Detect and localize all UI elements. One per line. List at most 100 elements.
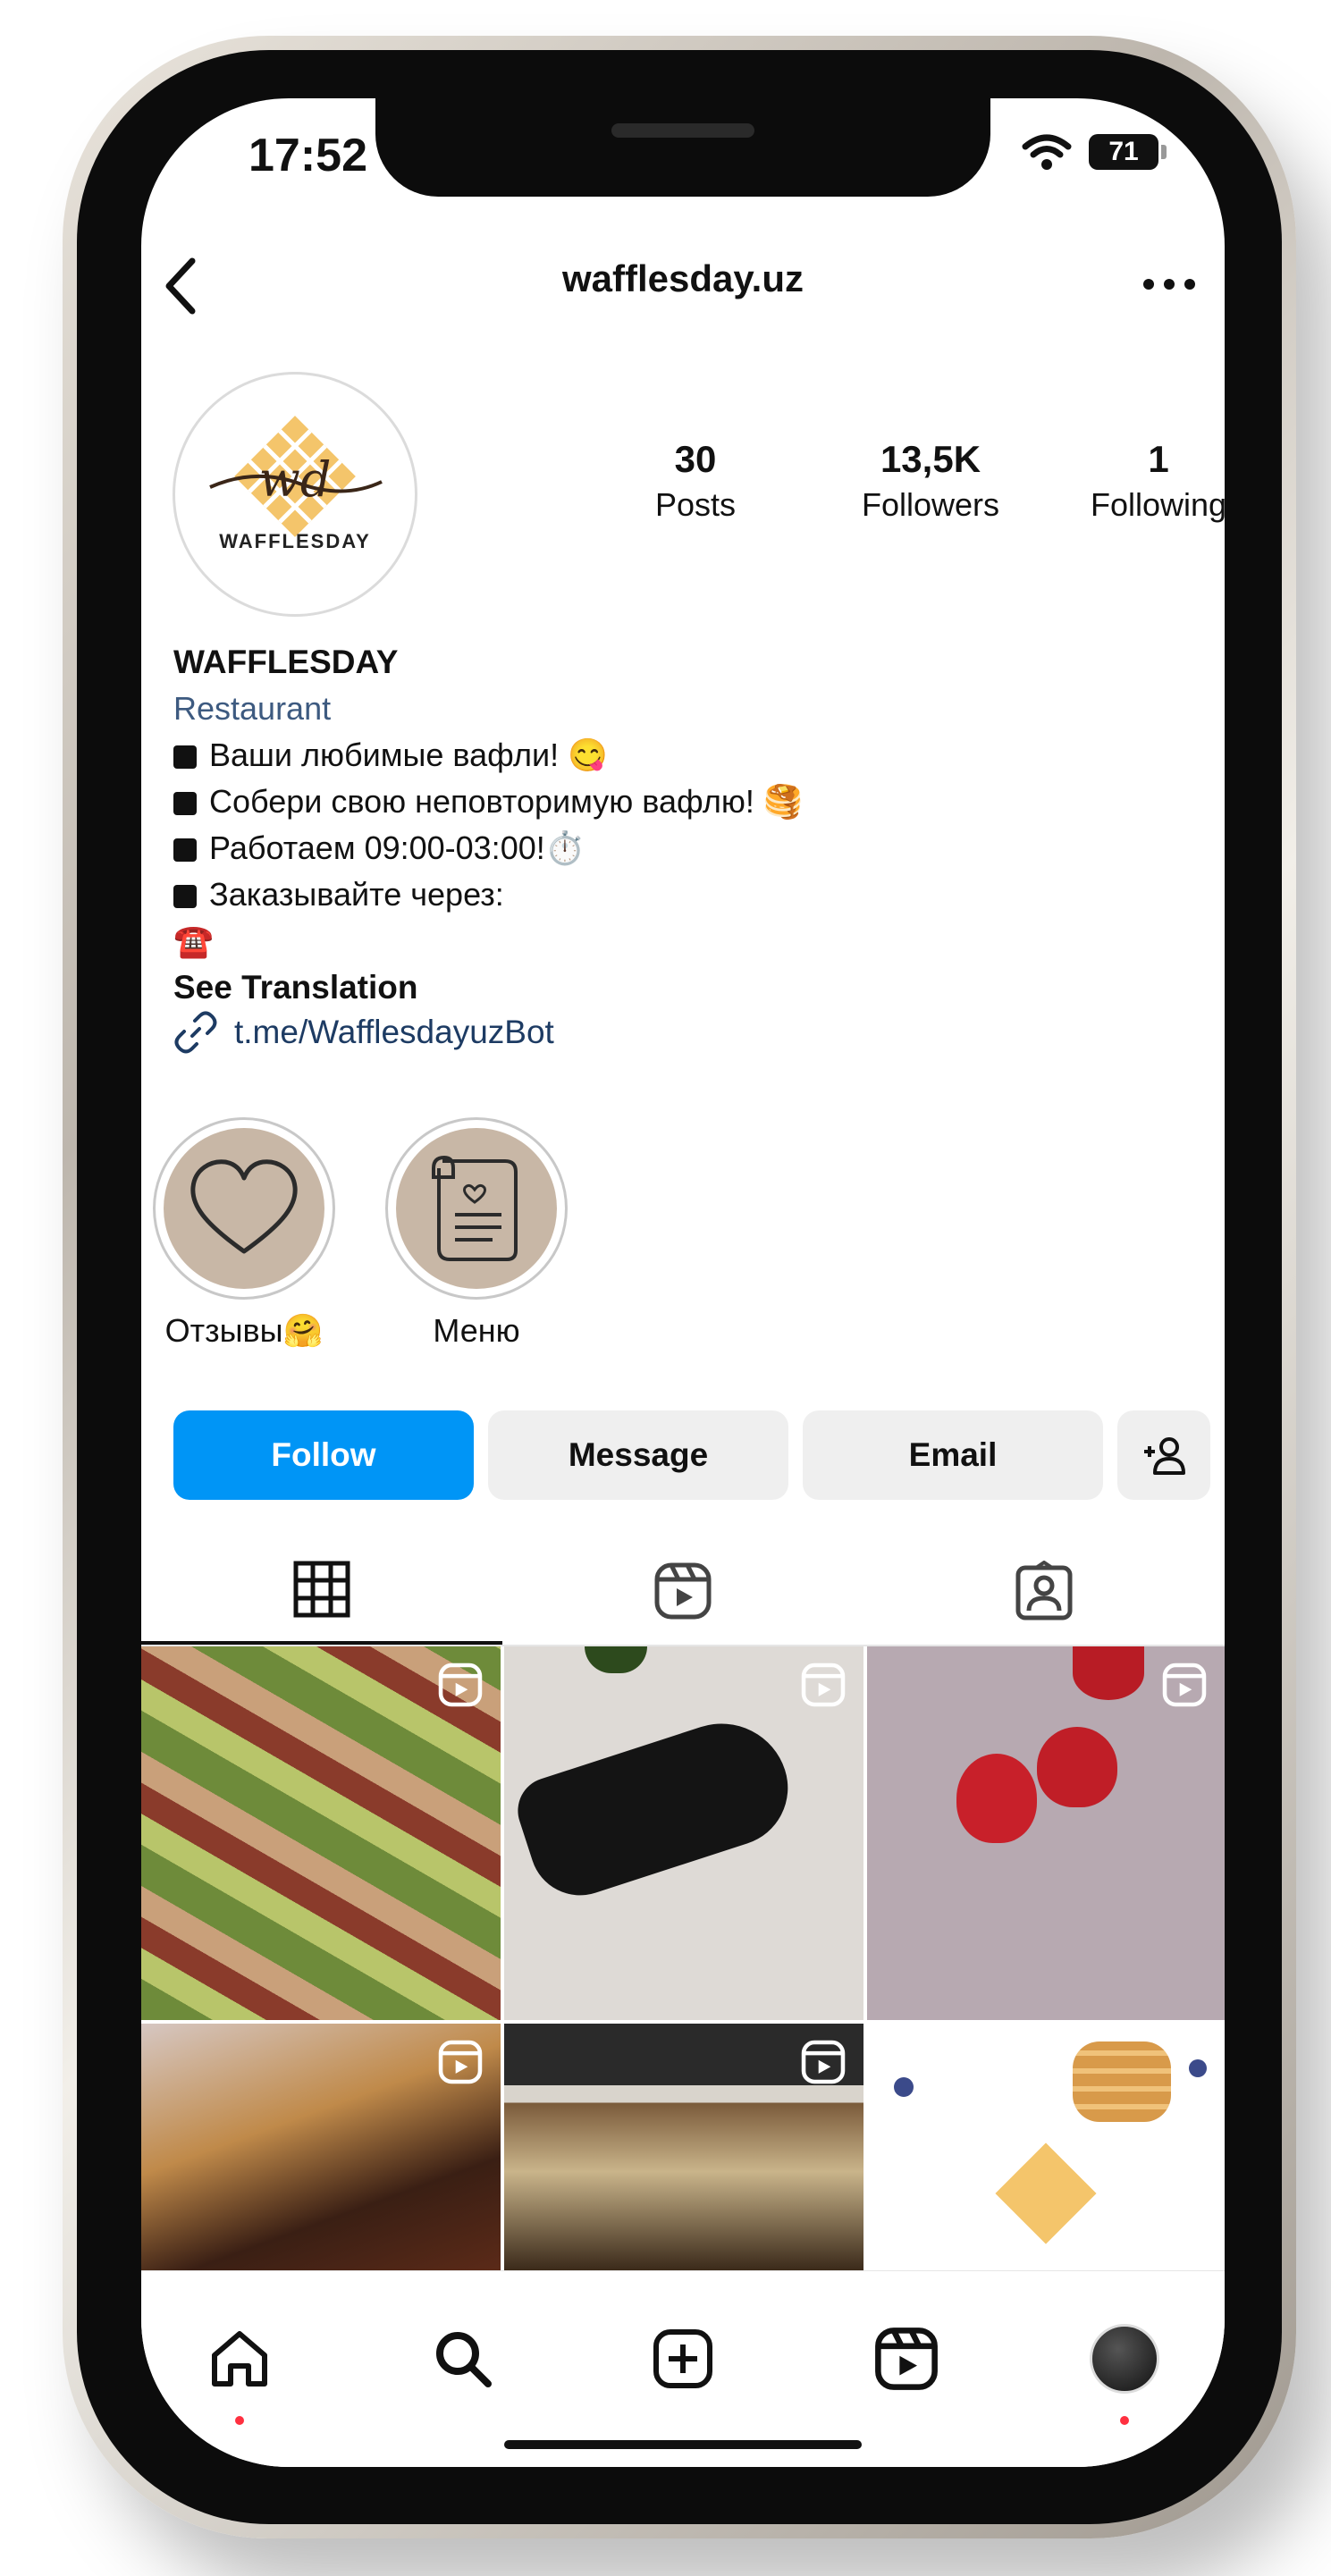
highlight-ring (153, 1117, 335, 1300)
speaker (611, 123, 754, 138)
tab-tagged[interactable] (863, 1537, 1225, 1645)
bio-phone-emoji: ☎️ (173, 922, 214, 959)
posts-stat: 30 Posts (588, 438, 803, 524)
square-bullet-icon (173, 745, 197, 769)
following-stat[interactable]: 1 Following (1051, 438, 1225, 524)
tab-posts-grid[interactable] (141, 1537, 502, 1645)
strawberry-shape (1073, 1646, 1144, 1700)
logo-monogram: wd (259, 451, 332, 508)
highlight-cover (396, 1128, 557, 1289)
battery-indicator: 71 (1089, 134, 1158, 170)
search-icon (436, 2332, 492, 2387)
reels-icon (801, 2040, 846, 2084)
square-bullet-icon (173, 792, 197, 815)
profile-avatar (1090, 2324, 1159, 2394)
nav-create[interactable] (629, 2305, 737, 2412)
profile-avatar[interactable]: wd WAFFLESDAY (173, 372, 417, 617)
bio-line-text: Работаем 09:00-03:00!⏱️ (209, 829, 585, 866)
post-thumbnail[interactable] (504, 1646, 863, 2020)
page-title: wafflesday.uz (562, 257, 804, 299)
notification-dot (235, 2416, 244, 2425)
home-icon (212, 2331, 267, 2387)
notch (375, 98, 990, 197)
add-user-button[interactable] (1117, 1410, 1210, 1500)
following-label: Following (1090, 486, 1225, 523)
battery-level: 71 (1108, 137, 1139, 166)
blueberry-shape (1189, 2059, 1207, 2077)
profile-name: WAFFLESDAY (173, 644, 399, 680)
highlight-reviews[interactable]: Отзывы🤗 (150, 1117, 338, 1350)
heart-icon (190, 1159, 298, 1254)
reels-icon (438, 2040, 483, 2084)
posts-count: 30 (674, 438, 717, 480)
waffle-logo-shape (995, 2142, 1097, 2244)
wafflesday-logo: wd WAFFLESDAY (209, 416, 383, 552)
reels-icon (875, 2328, 938, 2390)
bottom-navigation (141, 2270, 1225, 2467)
logo-text: WAFFLESDAY (219, 530, 371, 552)
blueberry-shape (894, 2077, 914, 2097)
strawberry-shape (585, 1646, 647, 1673)
profile-link-text: t.me/WafflesdayuzBot (234, 1014, 554, 1050)
post-thumbnail[interactable] (867, 2024, 1225, 2270)
wifi-icon (1022, 134, 1072, 170)
followers-stat[interactable]: 13,5K Followers (823, 438, 1038, 524)
profile-category[interactable]: Restaurant (173, 686, 1184, 732)
more-options-button[interactable] (1133, 257, 1205, 311)
tab-reels[interactable] (502, 1537, 863, 1645)
bio-line-text: Собери свою неповторимую вафлю! 🥞 (209, 783, 804, 820)
followers-label: Followers (861, 486, 1000, 523)
status-time: 17:52 (249, 130, 367, 181)
strawberry-shape (1037, 1727, 1117, 1807)
nav-profile[interactable] (1071, 2305, 1178, 2412)
profile-link[interactable]: t.me/WafflesdayuzBot (173, 1010, 554, 1055)
highlight-label: Отзывы🤗 (164, 1312, 324, 1349)
grid-icon (293, 1561, 350, 1618)
message-button[interactable]: Message (488, 1410, 788, 1500)
email-button[interactable]: Email (803, 1410, 1103, 1500)
nav-search[interactable] (409, 2305, 517, 2412)
highlight-menu[interactable]: Меню (383, 1117, 570, 1350)
see-translation-link[interactable]: See Translation (173, 964, 1184, 1011)
highlight-ring (385, 1117, 568, 1300)
posts-label: Posts (654, 486, 737, 523)
profile-bio: WAFFLESDAY Restaurant Ваши любимые вафли… (173, 639, 1184, 1011)
following-count: 1 (1148, 438, 1169, 480)
highlight-cover (164, 1128, 324, 1289)
reels-icon (801, 1663, 846, 1707)
bio-line: Собери свою неповторимую вафлю! 🥞 (173, 779, 1184, 825)
create-icon (653, 2329, 712, 2388)
reels-icon (1162, 1663, 1207, 1707)
reels-icon (654, 1562, 712, 1620)
strawberry-shape (956, 1754, 1037, 1843)
square-bullet-icon (173, 885, 197, 908)
post-thumbnail[interactable] (141, 1646, 501, 2020)
follow-button[interactable]: Follow (173, 1410, 474, 1500)
waffle-shape (1073, 2041, 1171, 2122)
post-thumbnail[interactable] (867, 1646, 1225, 2020)
more-horizontal-icon (1143, 279, 1195, 290)
add-user-icon (1144, 1437, 1185, 1475)
gloved-hand-shape (509, 1706, 804, 1908)
tagged-icon (1015, 1561, 1073, 1621)
home-indicator (504, 2440, 862, 2449)
profile-tabs (141, 1537, 1225, 1646)
bio-line: Ваши любимые вафли! 😋 (173, 732, 1184, 779)
post-thumbnail[interactable] (141, 2024, 501, 2270)
square-bullet-icon (173, 838, 197, 862)
reels-icon (438, 1663, 483, 1707)
highlight-label: Меню (433, 1312, 520, 1349)
nav-home[interactable] (186, 2305, 293, 2412)
battery-tip (1161, 145, 1167, 159)
phone-screen: 17:52 71 wafflesday.uz wd WAFFLESDAY 30 … (141, 98, 1225, 2467)
bio-line: Работаем 09:00-03:00!⏱️ (173, 825, 1184, 871)
scroll-icon (432, 1155, 518, 1261)
notification-dot (1120, 2416, 1129, 2425)
bio-line-text: Ваши любимые вафли! 😋 (209, 737, 608, 773)
bio-line-text: Заказывайте через: (209, 876, 504, 913)
bio-line: Заказывайте через: (173, 871, 1184, 918)
link-icon (174, 1011, 217, 1054)
nav-reels[interactable] (853, 2305, 960, 2412)
followers-count: 13,5K (880, 438, 981, 480)
post-thumbnail[interactable] (504, 2024, 863, 2270)
